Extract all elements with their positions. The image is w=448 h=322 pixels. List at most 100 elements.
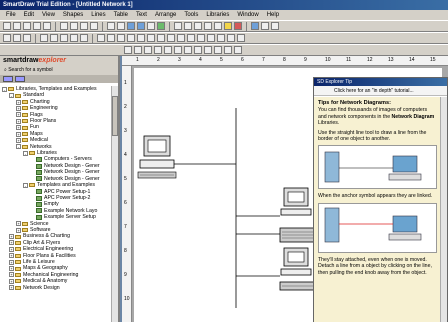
line-tool-icon[interactable]: [40, 34, 48, 42]
save-icon[interactable]: [23, 22, 31, 30]
new-document-icon[interactable]: [3, 22, 11, 30]
zoom-out-icon[interactable]: [117, 22, 125, 30]
explorer-scrollbar[interactable]: [111, 86, 118, 322]
expand-icon[interactable]: +: [16, 99, 21, 105]
menu-edit[interactable]: Edit: [20, 10, 38, 20]
left-computer[interactable]: [137, 135, 177, 179]
zoom-in-icon[interactable]: [107, 22, 115, 30]
expand-icon[interactable]: +: [16, 227, 21, 233]
explorer-home-icon[interactable]: [15, 76, 25, 82]
collapse-icon[interactable]: -: [2, 86, 7, 92]
expand-icon[interactable]: +: [9, 259, 14, 265]
symbol-search-link[interactable]: ⌕ Search for a symbol: [0, 66, 118, 75]
text-style-icon[interactable]: [204, 22, 212, 30]
menu-file[interactable]: File: [2, 10, 20, 20]
align-right-icon[interactable]: [144, 46, 152, 54]
workstation-2[interactable]: [280, 247, 312, 276]
arrow-shape-icon[interactable]: [217, 34, 225, 42]
expand-icon[interactable]: +: [9, 285, 14, 291]
tip-scrollbar[interactable]: [440, 97, 447, 322]
grid-icon[interactable]: [261, 22, 269, 30]
bold-icon[interactable]: [174, 22, 182, 30]
menu-help[interactable]: Help: [263, 10, 283, 20]
expand-icon[interactable]: +: [9, 246, 14, 252]
menu-arrange[interactable]: Arrange: [151, 10, 180, 20]
cylinder-shape-icon[interactable]: [237, 34, 245, 42]
copy-icon[interactable]: [70, 22, 78, 30]
cut-icon[interactable]: [60, 22, 68, 30]
collapse-icon[interactable]: -: [23, 182, 28, 188]
expand-icon[interactable]: +: [9, 240, 14, 246]
expand-icon[interactable]: +: [9, 278, 14, 284]
menu-tools[interactable]: Tools: [180, 10, 202, 20]
star-shape-icon[interactable]: [207, 34, 215, 42]
expand-icon[interactable]: +: [16, 118, 21, 124]
collapse-icon[interactable]: -: [16, 144, 21, 150]
oval-shape-icon[interactable]: [137, 34, 145, 42]
text-tool-icon[interactable]: [23, 34, 31, 42]
rotate-icon[interactable]: [224, 46, 232, 54]
explorer-view-icon[interactable]: [3, 76, 13, 82]
expand-icon[interactable]: +: [16, 131, 21, 137]
bring-to-front-icon[interactable]: [174, 46, 182, 54]
line-ends-icon[interactable]: [204, 46, 212, 54]
triangle-shape-icon[interactable]: [157, 34, 165, 42]
polyline-tool-icon[interactable]: [50, 34, 58, 42]
highlight-icon[interactable]: [224, 22, 232, 30]
diamond-shape-icon[interactable]: [147, 34, 155, 42]
expand-icon[interactable]: +: [9, 234, 14, 240]
menu-text[interactable]: Text: [132, 10, 151, 20]
menu-lines[interactable]: Lines: [87, 10, 109, 20]
explorer-icon[interactable]: [127, 22, 135, 30]
line-style-icon[interactable]: [194, 46, 202, 54]
square-shape-icon[interactable]: [117, 34, 125, 42]
menu-libraries[interactable]: Libraries: [202, 10, 233, 20]
insert-picture-icon[interactable]: [157, 22, 165, 30]
tutorial-link-text[interactable]: Click here for an "in depth" tutorial...: [334, 88, 414, 94]
print-icon[interactable]: [33, 22, 41, 30]
rounded-rectangle-shape-icon[interactable]: [107, 34, 115, 42]
keyboard[interactable]: [279, 281, 317, 291]
menu-window[interactable]: Window: [233, 10, 262, 20]
trapezoid-shape-icon[interactable]: [197, 34, 205, 42]
library-icon[interactable]: [137, 22, 145, 30]
table-icon[interactable]: [271, 22, 279, 30]
menu-view[interactable]: View: [38, 10, 59, 20]
align-center-icon[interactable]: [134, 46, 142, 54]
font-color-icon[interactable]: [214, 22, 222, 30]
expand-icon[interactable]: +: [16, 112, 21, 118]
select-tool-icon[interactable]: [13, 34, 21, 42]
rectangle-shape-icon[interactable]: [97, 34, 105, 42]
tutorial-link[interactable]: Click here for an "in depth" tutorial...: [314, 86, 447, 96]
italic-icon[interactable]: [184, 22, 192, 30]
collapse-icon[interactable]: -: [23, 150, 28, 156]
collapse-icon[interactable]: -: [9, 93, 14, 99]
flip-icon[interactable]: [234, 46, 242, 54]
expand-icon[interactable]: +: [16, 105, 21, 111]
spell-check-icon[interactable]: [147, 22, 155, 30]
callout-shape-icon[interactable]: [227, 34, 235, 42]
pointer-tool-icon[interactable]: [3, 34, 11, 42]
scrollbar-thumb[interactable]: [112, 96, 118, 136]
expand-icon[interactable]: +: [16, 221, 21, 227]
workstation-1[interactable]: [280, 187, 312, 216]
tree-node[interactable]: + Network Design: [2, 285, 110, 291]
expand-icon[interactable]: +: [9, 272, 14, 278]
tree-node[interactable]: - Libraries, Templates and Examples: [2, 86, 110, 92]
fill-color-icon[interactable]: [234, 22, 242, 30]
freehand-tool-icon[interactable]: [80, 34, 88, 42]
connector-icon[interactable]: [214, 46, 222, 54]
printer[interactable]: [279, 227, 317, 243]
menu-table[interactable]: Table: [110, 10, 132, 20]
ungroup-icon[interactable]: [164, 46, 172, 54]
expand-icon[interactable]: +: [16, 125, 21, 131]
help-icon[interactable]: [251, 22, 259, 30]
menu-shapes[interactable]: Shapes: [59, 10, 87, 20]
undo-icon[interactable]: [90, 22, 98, 30]
underline-icon[interactable]: [194, 22, 202, 30]
align-left-icon[interactable]: [124, 46, 132, 54]
curve-tool-icon[interactable]: [70, 34, 78, 42]
expand-icon[interactable]: +: [9, 266, 14, 272]
circle-shape-icon[interactable]: [127, 34, 135, 42]
parallelogram-shape-icon[interactable]: [187, 34, 195, 42]
